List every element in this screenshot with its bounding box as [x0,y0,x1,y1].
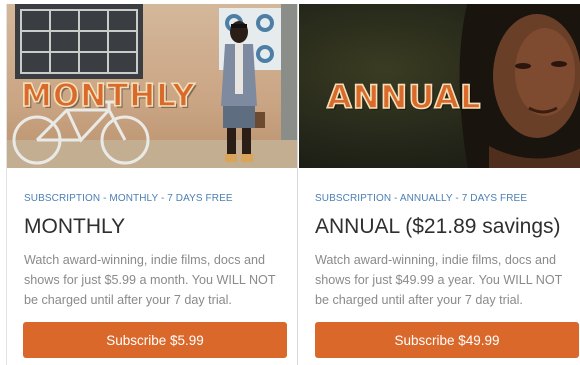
man-in-suit-image [221,21,265,162]
plan-card-monthly: MONTHLY SUBSCRIPTION - MONTHLY - 7 DAYS … [6,4,298,365]
monthly-hero-image: MONTHLY [7,4,297,168]
plan-description: Watch award-winning, indie films, docs a… [315,253,563,307]
plan-description: Watch award-winning, indie films, docs a… [24,253,276,307]
plan-tag: SUBSCRIPTION - ANNUALLY - 7 DAYS FREE [315,193,528,204]
subscribe-annual-button[interactable]: Subscribe $49.99 [315,322,579,358]
annual-hero-image: ANNUAL [299,4,580,168]
plan-title: MONTHLY [24,215,126,238]
window-grate-image [15,4,143,79]
plan-title: ANNUAL ($21.89 savings) [315,215,561,238]
plan-card-annual: ANNUAL SUBSCRIPTION - ANNUALLY - 7 DAYS … [299,4,580,365]
subscribe-monthly-button[interactable]: Subscribe $5.99 [23,322,287,358]
annual-hero-title: ANNUAL [326,77,482,117]
monthly-hero-title: MONTHLY [20,77,196,115]
plan-tag: SUBSCRIPTION - MONTHLY - 7 DAYS FREE [24,193,233,204]
